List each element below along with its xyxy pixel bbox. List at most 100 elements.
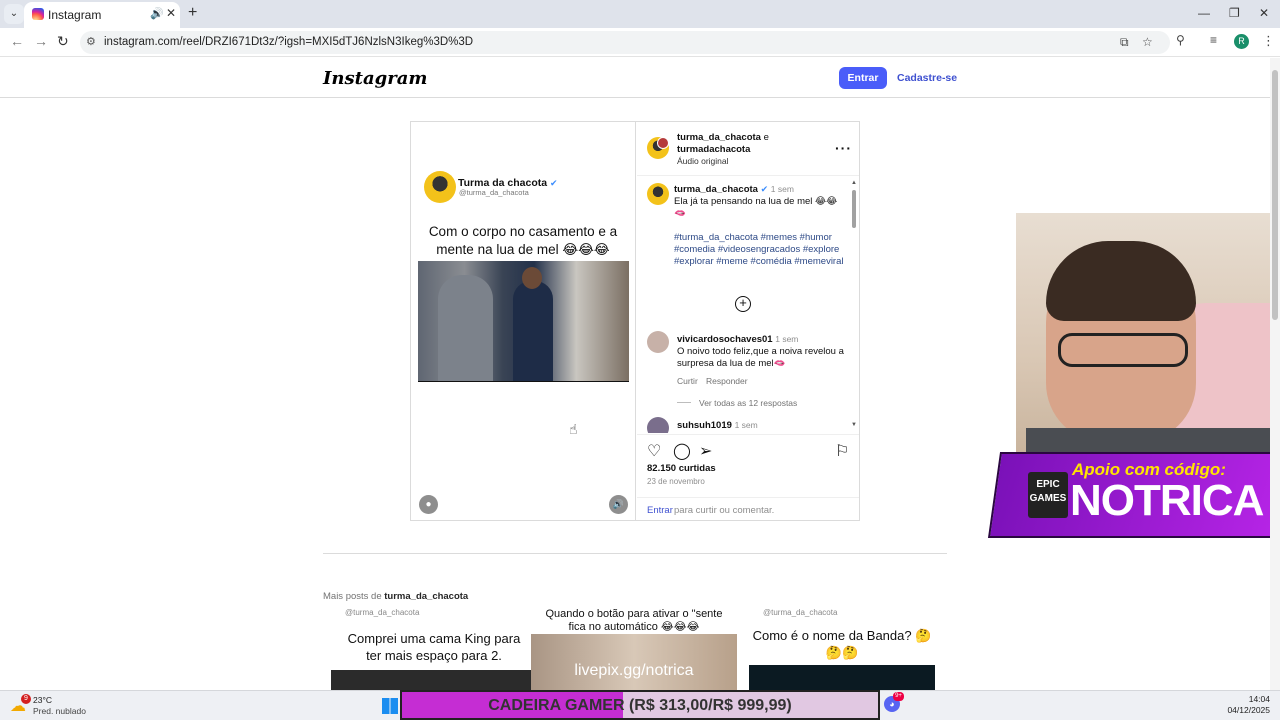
page-scrollbar[interactable] [1270, 58, 1280, 690]
speaker-icon[interactable]: 🔊 [150, 7, 164, 20]
audio-link[interactable]: Áudio original [677, 156, 729, 166]
reel-card: Turma da chacota ✔ @turma_da_chacota Com… [410, 121, 860, 521]
close-window-icon[interactable]: ✕ [1259, 6, 1269, 20]
caption-text: Ela já ta pensando na lua de mel 😂😂🫦 [674, 196, 838, 219]
likes-count[interactable]: 82.150 curtidas [647, 463, 716, 474]
donation-goal-text: CADEIRA GAMER (R$ 313,00/R$ 999,99) [488, 697, 792, 714]
reading-list-icon[interactable]: ≡ [1210, 33, 1217, 47]
back-icon[interactable]: ← [10, 33, 24, 49]
more-post-thumbnail[interactable]: Quando o botão para ativar o "sente fica… [531, 608, 737, 690]
view-replies-link[interactable]: Ver todas as 12 respostas [699, 398, 797, 408]
more-post-thumbnail[interactable]: @turma_da_chacota Comprei uma cama King … [331, 608, 537, 690]
author-2-link[interactable]: turmadachacota [677, 144, 750, 155]
author-1-link[interactable]: turma_da_chacota [677, 132, 761, 143]
discord-badge: 9+ [893, 692, 904, 701]
temperature[interactable]: 23°C [33, 695, 52, 705]
section-divider [323, 553, 947, 554]
comments-list[interactable]: turma_da_chacota ✔ 1 sem Ela já ta pensa… [637, 177, 859, 433]
bookmark-star-icon[interactable]: ☆ [1142, 35, 1153, 49]
scroll-up-icon[interactable]: ▲ [851, 180, 857, 186]
more-post-thumbnail[interactable]: @turma_da_chacota Como é o nome da Banda… [749, 608, 935, 690]
install-app-icon[interactable]: ⧉ [1120, 35, 1129, 50]
forward-icon[interactable]: → [34, 33, 48, 49]
comment-avatar[interactable] [647, 417, 669, 433]
page-scroll-thumb[interactable] [1272, 70, 1278, 320]
login-to-comment-link[interactable]: Entrar [647, 505, 673, 516]
restore-icon[interactable]: ❐ [1229, 6, 1240, 20]
post-header: turma_da_chacota e turmadachacota Áudio … [637, 122, 859, 176]
video-account-handle: @turma_da_chacota [459, 188, 529, 197]
reel-video[interactable]: Turma da chacota ✔ @turma_da_chacota Com… [411, 122, 636, 520]
extensions-icon[interactable]: ⚲ [1176, 33, 1185, 47]
address-bar[interactable]: ⚙ instagram.com/reel/DRZI671Dt3z/?igsh=M… [80, 31, 1170, 54]
browser-tab[interactable]: Instagram 🔊 ✕ [24, 2, 180, 28]
login-prompt: Entrar para curtir ou comentar. [637, 497, 859, 521]
verified-icon: ✔ [550, 178, 558, 188]
new-tab-button[interactable]: + [188, 4, 197, 22]
caption-hashtags[interactable]: #turma_da_chacota #memes #humor #comedia… [674, 232, 844, 268]
instagram-favicon-icon [32, 8, 44, 20]
browser-toolbar: ← → ↻ ⚙ instagram.com/reel/DRZI671Dt3z/?… [0, 28, 1280, 57]
login-button[interactable]: Entrar [839, 67, 887, 89]
browser-tab-strip: ⌄ Instagram 🔊 ✕ + — ❐ ✕ [0, 0, 1280, 28]
post-date: 23 de novembro [647, 477, 705, 486]
load-more-comments-icon[interactable]: + [735, 296, 751, 312]
signup-link[interactable]: Cadastre-se [897, 72, 957, 84]
system-clock[interactable]: 14:04 04/12/2025 [1210, 694, 1270, 716]
caption-avatar[interactable] [647, 183, 669, 205]
share-send-icon[interactable]: ➢ [699, 441, 712, 461]
more-posts-heading: Mais posts de turma_da_chacota [323, 591, 469, 602]
reel-sidebar: turma_da_chacota e turmadachacota Áudio … [637, 122, 859, 520]
mouse-cursor-icon: ☝ [569, 421, 578, 437]
tab-title: Instagram [48, 8, 102, 22]
video-caption: Com o corpo no casamento e a mente na lu… [428, 224, 618, 257]
like-comment-link[interactable]: Curtir [677, 376, 698, 386]
caption-user[interactable]: turma_da_chacota ✔ 1 sem [674, 184, 794, 195]
weather-badge: 9 [21, 694, 31, 704]
like-heart-icon[interactable]: ♡ [647, 441, 661, 461]
reply-comment-link[interactable]: Responder [706, 376, 748, 386]
coauthor-avatar[interactable] [657, 137, 669, 149]
promo-code-text: NOTRICA [1070, 476, 1264, 525]
thumbnail-caption: Como é o nome da Banda? 🤔🤔🤔 [752, 628, 932, 660]
login-prompt-text: para curtir ou comentar. [674, 505, 775, 516]
thumbnail-image [749, 665, 935, 690]
save-bookmark-icon[interactable]: ⚐ [835, 441, 849, 461]
close-tab-icon[interactable]: ✕ [166, 6, 176, 20]
comment-text: O noivo todo feliz,que a noiva revelou a… [677, 346, 844, 369]
comment-user[interactable]: vivicardosochaves01 1 sem [677, 334, 798, 345]
browser-menu-icon[interactable]: ⋮ [1262, 33, 1275, 49]
reload-icon[interactable]: ↻ [57, 33, 69, 50]
forecast[interactable]: Pred. nublado [33, 706, 86, 716]
tagged-user-icon[interactable]: ● [419, 495, 438, 514]
comment-avatar[interactable] [647, 331, 669, 353]
tab-search-button[interactable]: ⌄ [4, 4, 24, 24]
post-authors: turma_da_chacota e turmadachacota [677, 132, 769, 155]
url-text[interactable]: instagram.com/reel/DRZI671Dt3z/?igsh=MXI… [104, 36, 473, 48]
verified-icon: ✔ [760, 184, 769, 194]
video-account-avatar [424, 171, 456, 203]
post-actions: ♡ ◯ ➢ ⚐ 82.150 curtidas 23 de novembro E… [637, 434, 859, 520]
profile-avatar[interactable]: R [1234, 34, 1249, 49]
replies-divider [677, 402, 691, 403]
comment-bubble-icon[interactable]: ◯ [673, 441, 691, 461]
thumbnail-caption: Comprei uma cama King para ter mais espa… [347, 631, 521, 663]
livepix-overlay-text: livepix.gg/notrica [574, 662, 694, 679]
scroll-down-icon[interactable]: ▼ [851, 422, 857, 428]
sound-toggle-icon[interactable]: 🔊 [609, 495, 628, 514]
epic-games-logo: EPIC GAMES [1028, 472, 1068, 518]
thumbnail-image [331, 670, 537, 690]
thumbnail-caption: Quando o botão para ativar o "sente fica… [545, 608, 723, 633]
windows-start-icon[interactable] [382, 698, 398, 714]
site-info-icon[interactable]: ⚙ [86, 35, 96, 48]
instagram-header: Instagram Entrar Cadastre-se [0, 58, 1270, 98]
webcam-overlay [1016, 213, 1280, 459]
minimize-icon[interactable]: — [1198, 6, 1210, 20]
scroll-thumb[interactable] [852, 190, 856, 228]
more-options-icon[interactable]: ··· [835, 140, 852, 156]
instagram-logo[interactable]: Instagram [323, 68, 427, 89]
comment-user[interactable]: suhsuh1019 1 sem [677, 420, 758, 431]
more-posts-account-link[interactable]: turma_da_chacota [384, 591, 468, 602]
wedding-photo [418, 261, 629, 382]
comments-scrollbar[interactable]: ▲ ▼ [851, 180, 857, 430]
